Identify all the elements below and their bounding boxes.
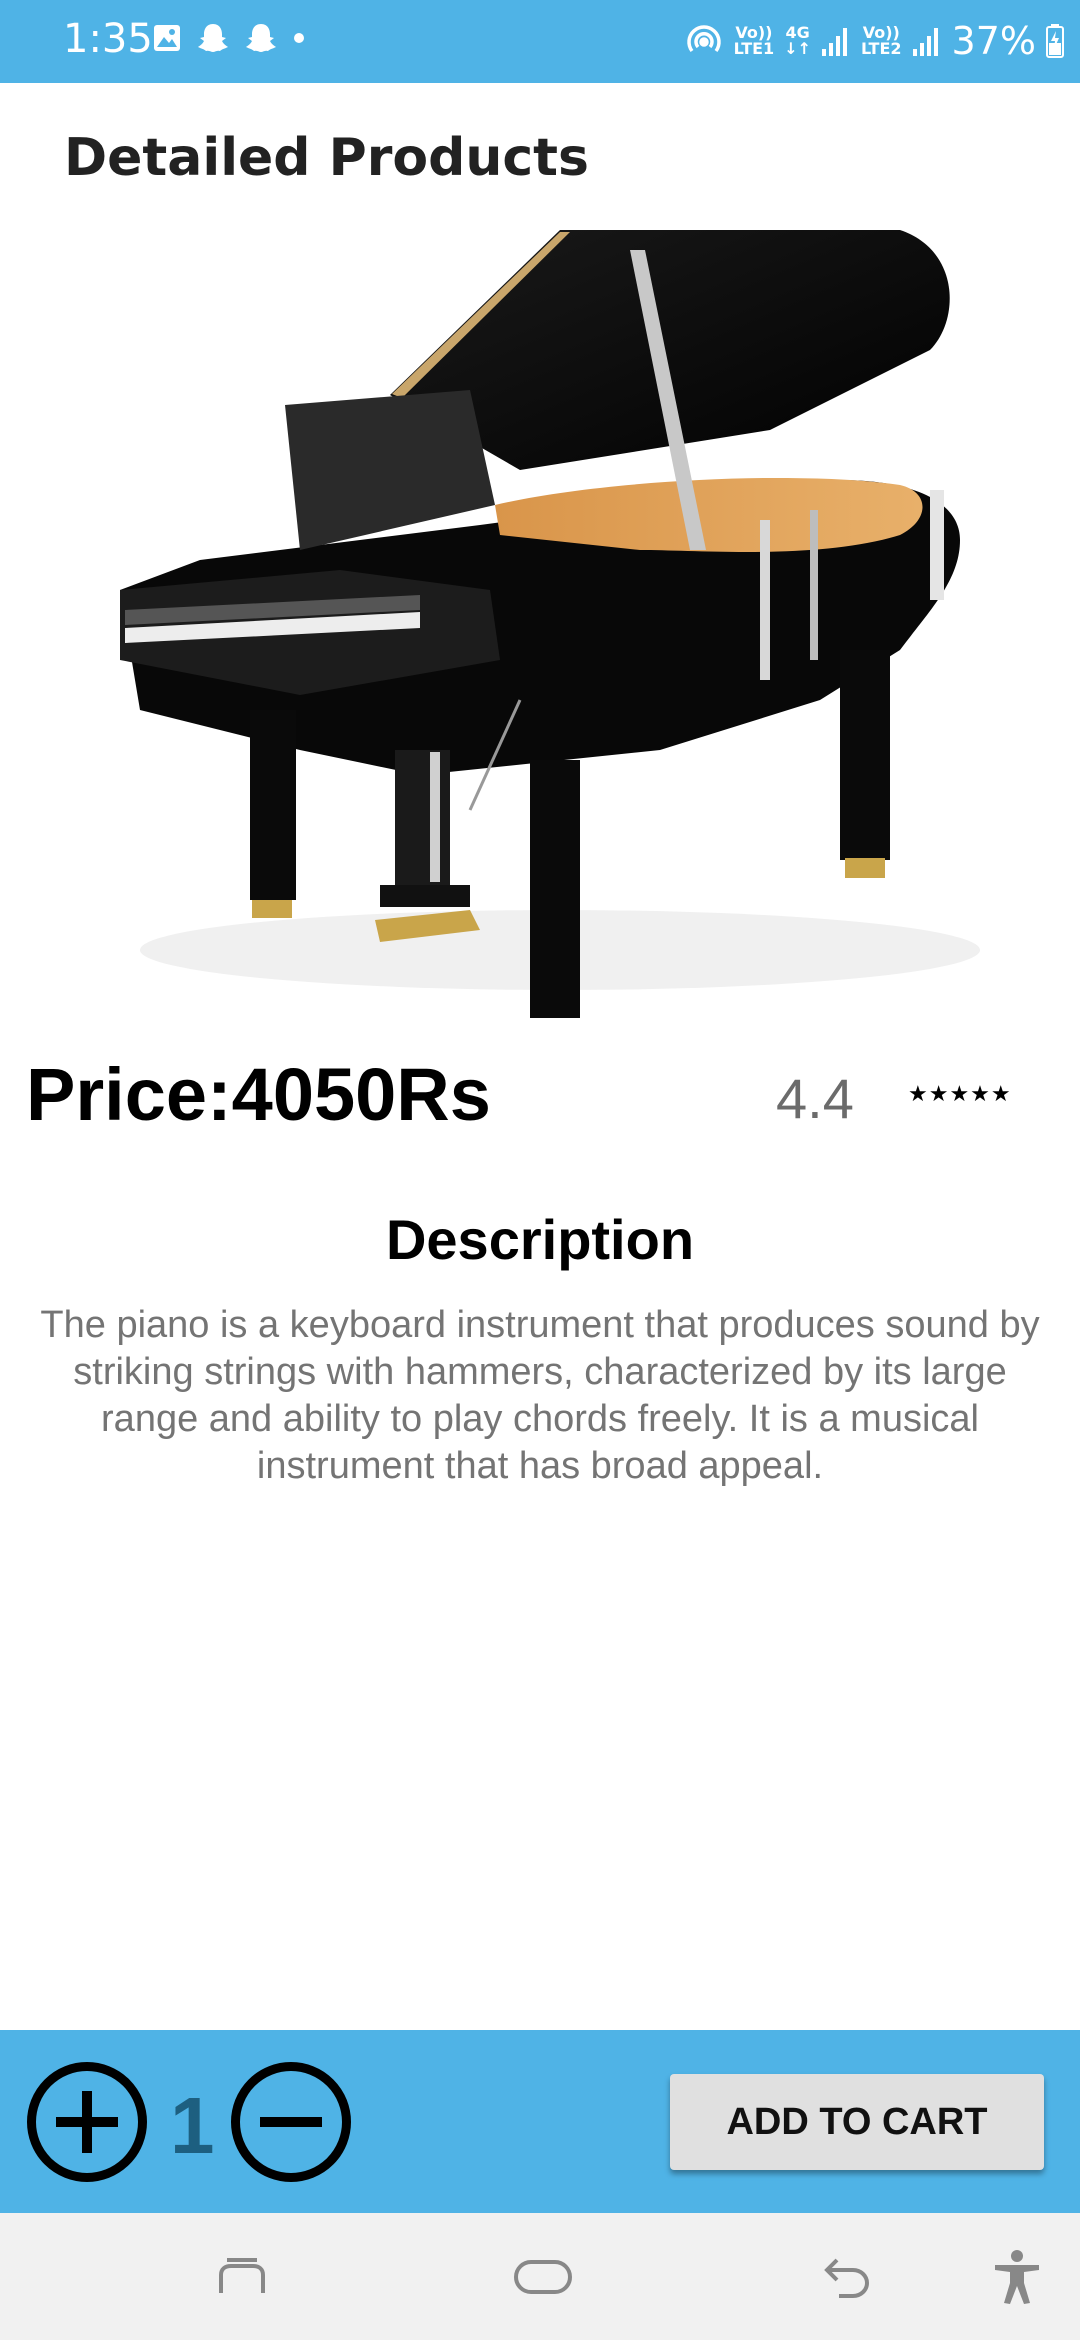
signal-icon [912, 25, 942, 57]
recent-apps-button[interactable] [207, 2247, 277, 2307]
quantity-value: 1 [170, 2081, 215, 2170]
accessibility-button[interactable] [982, 2247, 1052, 2307]
volte-sim2-label: Vo)) LTE2 [861, 23, 902, 58]
rating-stars-icon: ★★★★★ [908, 1082, 1012, 1107]
increase-quantity-button[interactable] [27, 2062, 147, 2182]
description-title: Description [385, 1208, 695, 1271]
signal-icon [821, 25, 851, 57]
back-icon [824, 2258, 870, 2298]
cart-action-bar: 1 ADD TO CART [0, 2030, 1080, 2213]
home-button[interactable] [508, 2247, 578, 2307]
plus-icon-vertical [82, 2091, 92, 2153]
notification-icons [152, 22, 306, 54]
battery-percent: 37% [951, 19, 1036, 63]
minus-icon [260, 2117, 322, 2127]
rating-value: 4.4 [776, 1067, 854, 1130]
accessibility-icon [995, 2250, 1039, 2304]
volte-sim1-label: Vo)) LTE1 [733, 23, 775, 58]
dot-icon [292, 31, 306, 45]
system-icons: Vo)) LTE1 4G ↓↑ Vo)) LTE2 37% [684, 14, 1064, 68]
battery-charging-icon [1046, 24, 1064, 58]
status-bar: 1:35 Vo)) LTE1 4G ↓↑ Vo)) LTE2 37% [0, 0, 1080, 83]
decrease-quantity-button[interactable] [231, 2062, 351, 2182]
add-to-cart-button[interactable]: ADD TO CART [670, 2074, 1044, 2170]
grand-piano-image [120, 230, 980, 1018]
hotspot-icon [684, 21, 724, 61]
back-button[interactable] [812, 2247, 882, 2307]
network-type-label: 4G ↓↑ [784, 23, 811, 58]
snapchat-icon [244, 22, 278, 54]
recent-apps-icon [219, 2258, 265, 2293]
page-title: Detailed Products [64, 128, 589, 188]
status-time: 1:35 [63, 16, 153, 62]
snapchat-icon [196, 22, 230, 54]
navigation-bar [0, 2213, 1080, 2340]
product-image [0, 230, 1080, 1018]
home-icon [514, 2260, 572, 2294]
product-price: Price:4050Rs [26, 1053, 491, 1136]
gallery-icon [152, 23, 182, 53]
description-text: The piano is a keyboard instrument that … [40, 1304, 1040, 1487]
